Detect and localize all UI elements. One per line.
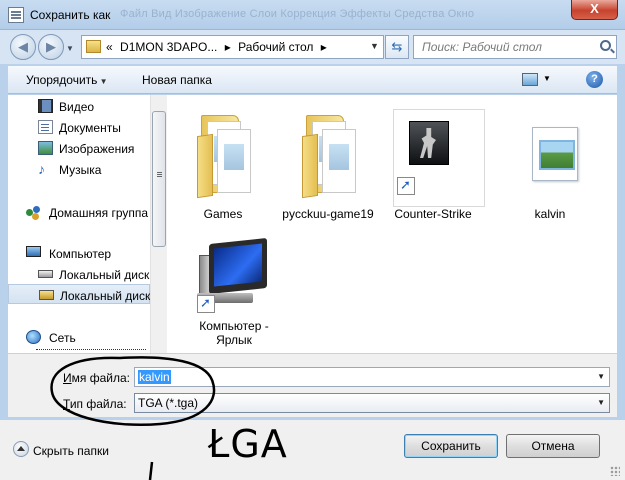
save-dialog-icon: [8, 7, 24, 23]
view-options-dropdown-icon[interactable]: ▼: [543, 74, 551, 83]
nav-item-label: Музыка: [59, 163, 102, 177]
chevron-down-icon[interactable]: ▼: [597, 398, 605, 407]
video-icon: [38, 99, 53, 113]
resize-grip[interactable]: [610, 466, 620, 476]
file-item-counter-strike[interactable]: Counter-Strike: [383, 103, 485, 221]
cancel-button[interactable]: Отмена: [506, 434, 600, 458]
file-name: kalvin: [534, 207, 566, 221]
close-button[interactable]: X: [571, 0, 618, 20]
file-name: Компьютер - Ярлык: [199, 319, 269, 347]
filetype-label: Тип файла:: [63, 397, 127, 411]
drive-icon: [39, 290, 54, 300]
homegroup-icon: [26, 205, 42, 219]
nav-item-label: Домашняя группа: [49, 206, 149, 220]
file-name: Counter-Strike: [394, 207, 472, 221]
nav-item-local-disk-c[interactable]: Локальный диск: [8, 264, 150, 284]
nav-item-documents[interactable]: Документы: [8, 117, 150, 137]
file-list: Games pycckuu-game19 Counter-Strike: [167, 95, 617, 353]
nav-item-homegroup[interactable]: Домашняя группа: [8, 202, 150, 222]
nav-item-local-disk-d[interactable]: Локальный диск: [8, 284, 150, 304]
nav-item-label: Локальный диск: [59, 268, 150, 282]
search-input[interactable]: Поиск: Рабочий стол: [413, 35, 617, 59]
nav-item-computer[interactable]: Компьютер: [8, 243, 150, 263]
search-icon: [600, 40, 611, 51]
filename-value: kalvin: [138, 370, 171, 384]
content-area: Видео Документы Изображения ♪ Музыка Дом…: [8, 95, 617, 353]
help-icon[interactable]: ?: [586, 71, 603, 88]
network-icon: [26, 330, 41, 344]
documents-icon: [38, 120, 53, 134]
back-button[interactable]: ◀: [10, 34, 36, 60]
file-name: pycckuu-game19: [282, 207, 374, 221]
view-options-icon[interactable]: [522, 73, 538, 86]
filetype-select[interactable]: TGA (*.tga) ▼: [134, 393, 610, 413]
nav-item-label: Изображения: [59, 142, 135, 156]
hide-folders-label: Скрыть папки: [33, 444, 109, 458]
navigation-pane: Видео Документы Изображения ♪ Музыка Дом…: [8, 95, 150, 353]
nav-scrollbar[interactable]: [150, 95, 167, 353]
save-form: Имя файла: kalvin ▼ Тип файла: TGA (*.tg…: [8, 353, 617, 417]
title-bar: Сохранить как Файл Вид Изображение Слои …: [0, 0, 625, 30]
images-icon: [38, 141, 53, 155]
filename-label: Имя файла:: [63, 371, 130, 385]
dialog-footer: Скрыть папки Сохранить Отмена: [0, 420, 625, 480]
drive-icon: [38, 270, 53, 278]
save-button[interactable]: Сохранить: [404, 434, 498, 458]
nav-item-label: Сеть: [49, 331, 76, 345]
address-row: ◀ ▶ ▼ « D1MON 3DAPO... ▸ Рабочий стол ▸ …: [0, 30, 625, 64]
nav-item-label: Компьютер: [49, 247, 112, 261]
chevron-up-icon: [13, 441, 29, 457]
nav-item-label: Видео: [59, 100, 95, 114]
address-dropdown-icon[interactable]: ▼: [370, 41, 379, 51]
folder-icon: [173, 103, 273, 203]
command-toolbar: Упорядочить Новая папка ▼ ?: [8, 66, 617, 94]
breadcrumb-separator[interactable]: ▸: [321, 40, 327, 54]
breadcrumb-separator[interactable]: ▸: [225, 40, 231, 54]
file-item-computer-shortcut[interactable]: Компьютер - Ярлык: [185, 235, 285, 347]
music-icon: ♪: [38, 161, 45, 177]
counter-strike-icon: [383, 103, 485, 207]
computer-icon: [26, 246, 41, 257]
recent-pages-dropdown[interactable]: ▼: [66, 44, 74, 53]
handwritten-text: ŁGA: [208, 422, 288, 466]
nav-item-label: Локальный диск: [60, 289, 150, 303]
file-item-pycckuu-game19[interactable]: pycckuu-game19: [278, 103, 378, 221]
refresh-button[interactable]: ⇆: [385, 35, 409, 59]
breadcrumb-item-desktop[interactable]: Рабочий стол: [238, 40, 313, 54]
file-name: Games: [203, 207, 243, 221]
folder-icon: [278, 103, 378, 203]
file-item-games[interactable]: Games: [173, 103, 273, 221]
address-bar[interactable]: « D1MON 3DAPO... ▸ Рабочий стол ▸ ▼: [81, 35, 384, 59]
scrollbar-thumb[interactable]: [152, 111, 166, 247]
filetype-value: TGA (*.tga): [138, 396, 199, 410]
computer-icon: [185, 235, 285, 315]
file-item-kalvin[interactable]: kalvin: [500, 103, 600, 221]
shortcut-arrow-icon: [197, 295, 215, 313]
breadcrumb-overflow[interactable]: «: [106, 40, 113, 54]
nav-item-network[interactable]: Сеть: [8, 327, 150, 347]
chevron-down-icon[interactable]: ▼: [597, 372, 605, 381]
nav-item-music[interactable]: ♪ Музыка: [8, 159, 150, 179]
background-menu-bar: Файл Вид Изображение Слои Коррекция Эффе…: [120, 8, 475, 20]
organize-menu[interactable]: Упорядочить: [26, 73, 108, 87]
search-placeholder: Поиск: Рабочий стол: [422, 40, 542, 54]
nav-item-label: Документы: [59, 121, 121, 135]
filename-field[interactable]: kalvin ▼: [134, 367, 610, 387]
breadcrumb: « D1MON 3DAPO... ▸ Рабочий стол ▸: [106, 40, 331, 54]
new-folder-button[interactable]: Новая папка: [142, 73, 212, 87]
nav-item-video[interactable]: Видео: [8, 96, 150, 116]
window-title: Сохранить как: [30, 8, 111, 22]
breadcrumb-item-user[interactable]: D1MON 3DAPO...: [120, 40, 217, 54]
nav-item-images[interactable]: Изображения: [8, 138, 150, 158]
forward-button[interactable]: ▶: [38, 34, 64, 60]
shortcut-arrow-icon: [397, 177, 415, 195]
folder-icon: [86, 40, 101, 53]
image-file-icon: [500, 103, 600, 203]
